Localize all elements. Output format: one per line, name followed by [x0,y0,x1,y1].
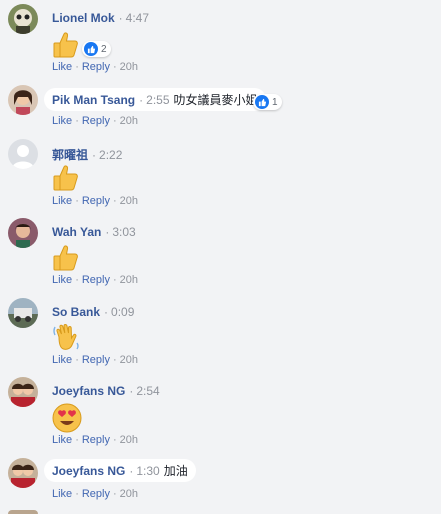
avatar[interactable] [8,218,38,248]
comment-time[interactable]: 2:54 [136,384,159,398]
separator: · [112,434,117,446]
reaction-count[interactable]: 1 [253,94,282,110]
comment-text: 叻女議員麥小姐 [173,93,258,107]
separator: · [112,115,117,127]
author-name[interactable]: Joeyfans NG [52,464,125,478]
reply-link[interactable]: Reply [82,434,110,446]
comment-header: Lionel Mok · 4:47 [52,11,149,25]
avatar[interactable] [8,298,38,328]
separator: · [92,147,97,162]
reaction-number: 2 [101,43,107,55]
avatar[interactable] [8,85,38,115]
comment-text: 加油 [163,464,188,478]
reply-link[interactable]: Reply [82,61,110,73]
separator: · [75,488,79,500]
thumbs-up-emoji [52,31,80,62]
like-link[interactable]: Like [52,61,72,73]
like-link[interactable]: Like [52,274,72,286]
separator: · [112,61,117,73]
comment-time[interactable]: 4:47 [126,11,149,25]
comment-bubble: Pik Man Tsang · 2:55 叻女議員麥小姐 [44,88,266,111]
comment-actions: Like · Reply · 20h [52,274,138,286]
author-name[interactable]: So Bank [52,305,100,319]
comment-age[interactable]: 20h [120,115,138,127]
waving-hand-emoji [52,323,80,354]
comment-age[interactable]: 20h [120,354,138,366]
avatar[interactable] [8,458,38,488]
comment-age[interactable]: 20h [120,274,138,286]
separator: · [75,354,79,366]
like-link[interactable]: Like [52,195,72,207]
reply-link[interactable]: Reply [82,195,110,207]
heart-eyes-emoji [52,403,82,436]
separator: · [112,354,117,366]
comment-header: Wah Yan · 3:03 [52,225,136,239]
separator: · [75,434,79,446]
comment-actions: Like · Reply · 20h [52,488,138,500]
like-reaction-icon [84,42,98,56]
separator: · [129,463,134,478]
comment-age[interactable]: 20h [120,488,138,500]
comment-actions: Like · Reply · 20h [52,434,138,446]
thumbs-up-emoji [52,244,80,275]
like-link[interactable]: Like [52,434,72,446]
separator: · [112,195,117,207]
author-name[interactable]: Lionel Mok [52,11,115,25]
comment-bubble: Joeyfans NG · 1:30 加油 [44,459,196,482]
comment-actions: Like · Reply · 20h [52,115,138,127]
reaction-number: 1 [272,96,278,108]
reply-link[interactable]: Reply [82,274,110,286]
author-name[interactable]: Pik Man Tsang [52,93,135,107]
separator: · [112,488,117,500]
separator: · [129,384,134,398]
separator: · [118,11,123,25]
avatar[interactable] [8,377,38,407]
avatar[interactable] [8,139,38,169]
like-link[interactable]: Like [52,115,72,127]
comment-age[interactable]: 20h [120,434,138,446]
comment-actions: Like · Reply · 20h [52,354,138,366]
comment-time[interactable]: 0:09 [111,305,134,319]
reply-link[interactable]: Reply [82,354,110,366]
reaction-count[interactable]: 2 [82,41,111,57]
like-link[interactable]: Like [52,488,72,500]
separator: · [139,92,144,107]
like-reaction-icon [255,95,269,109]
avatar[interactable] [8,510,38,514]
comment-actions: Like · Reply · 20h [52,195,138,207]
separator: · [75,195,79,207]
comment-time[interactable]: 3:03 [112,225,135,239]
separator: · [105,225,110,239]
comment-actions: Like · Reply · 20h [52,61,138,73]
comment-header: So Bank · 0:09 [52,305,134,319]
thumbs-up-emoji [52,164,80,195]
comment-age[interactable]: 20h [120,195,138,207]
comment-age[interactable]: 20h [120,61,138,73]
separator: · [112,274,117,286]
reply-link[interactable]: Reply [82,115,110,127]
comment-time[interactable]: 2:22 [99,148,122,162]
comment-time[interactable]: 2:55 [146,93,169,107]
comment-time[interactable]: 1:30 [136,464,159,478]
author-name[interactable]: Joeyfans NG [52,384,125,398]
reply-link[interactable]: Reply [82,488,110,500]
avatar[interactable] [8,4,38,34]
like-link[interactable]: Like [52,354,72,366]
comment-header: Joeyfans NG · 2:54 [52,384,160,398]
separator: · [75,274,79,286]
author-name[interactable]: 郭曜祖 [52,146,88,163]
author-name[interactable]: Wah Yan [52,225,101,239]
separator: · [75,115,79,127]
comment-header: 郭曜祖 · 2:22 [52,146,122,163]
separator: · [75,61,79,73]
separator: · [104,305,109,319]
